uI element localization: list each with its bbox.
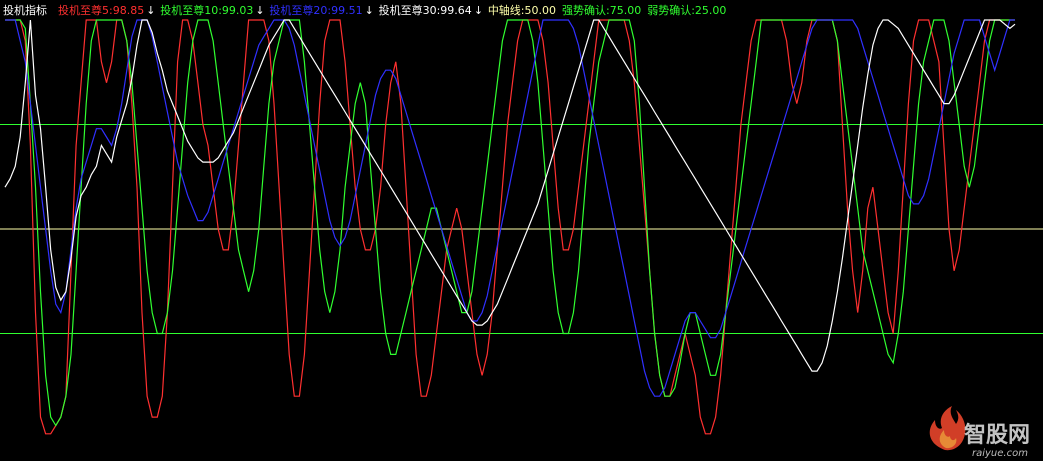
indicator-header: 投机指标 投机至尊5:98.85 ↓ 投机至尊10:99.03 ↓ 投机至尊20:99.… (3, 3, 726, 17)
watermark-domain: raiyue.com (972, 448, 1028, 459)
indicator-title: 投机指标 (3, 3, 47, 17)
series-legend-3: 投机至尊30:99.64 (379, 3, 472, 17)
chart-background (0, 0, 1043, 461)
line-legend-1: 强势确认:75.00 (562, 4, 641, 17)
series-legend-1: 投机至尊10:99.03 (160, 3, 253, 17)
arrow-down-icon: ↓ (146, 4, 155, 17)
line-legend-0: 中轴线:50.00 (488, 3, 556, 17)
series-legend-0: 投机至尊5:98.85 (58, 3, 144, 17)
arrow-down-icon: ↓ (365, 4, 374, 17)
arrow-down-icon: ↓ (474, 4, 483, 17)
series-legend-2: 投机至尊20:99.51 (269, 3, 362, 17)
indicator-chart: 投机指标 投机至尊5:98.85 ↓ 投机至尊10:99.03 ↓ 投机至尊20:99.… (0, 0, 1043, 461)
line-legend-2: 弱势确认:25.00 (647, 4, 726, 17)
arrow-down-icon: ↓ (255, 4, 264, 17)
watermark-brand: 智股网 (964, 422, 1030, 448)
